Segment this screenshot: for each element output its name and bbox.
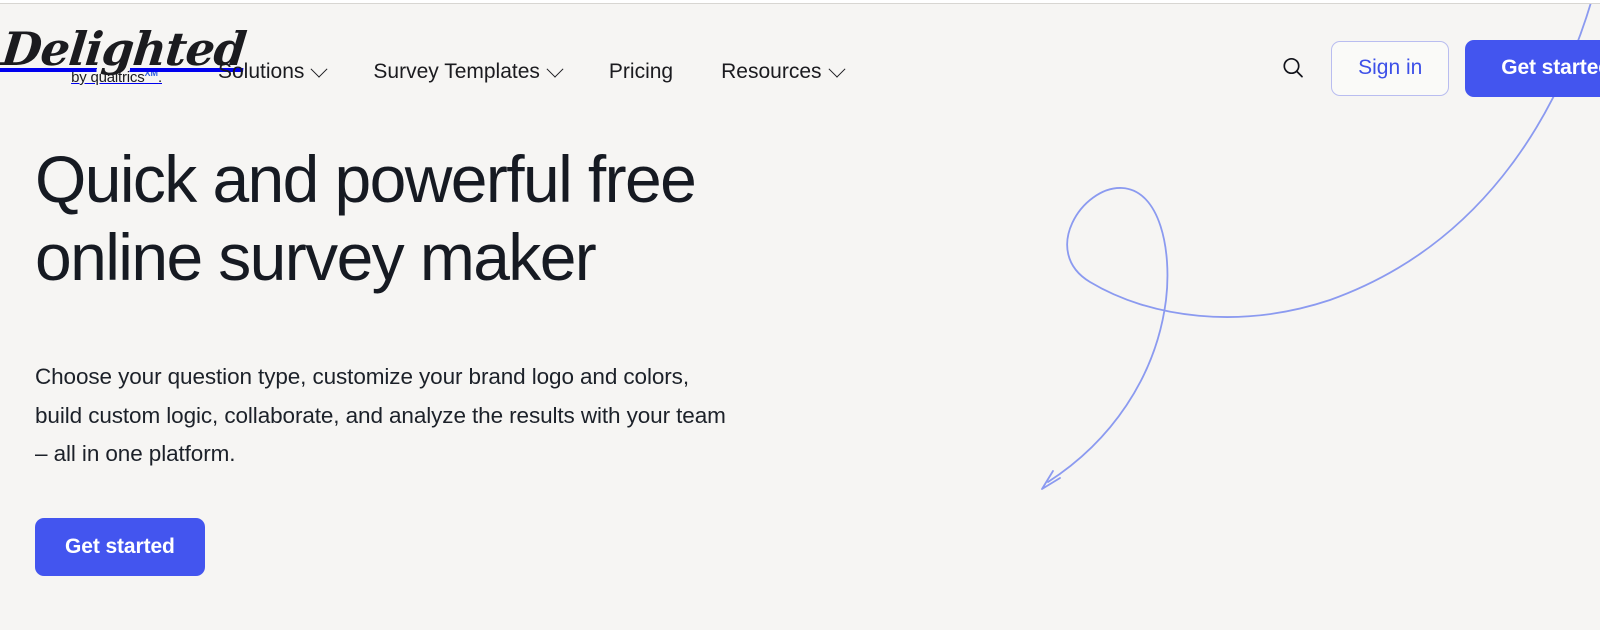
nav-item-label: Survey Templates	[373, 60, 540, 83]
page-root: Delighted by qualtricsXM. Solutions Surv…	[0, 0, 1600, 630]
hero-get-started-button[interactable]: Get started	[35, 517, 205, 576]
nav-item-solutions[interactable]: Solutions	[218, 54, 349, 90]
primary-navigation: Solutions Survey Templates Pricing Resou…	[218, 54, 867, 90]
page-title-line-2: online survey maker	[35, 220, 597, 294]
nav-item-label: Solutions	[218, 60, 305, 83]
header-actions: Sign in Get started	[1273, 39, 1600, 97]
nav-item-pricing[interactable]: Pricing	[609, 54, 697, 90]
nav-item-survey-templates[interactable]: Survey Templates	[373, 54, 585, 90]
hero-subtitle: Choose your question type, customize you…	[35, 358, 795, 474]
site-header: Delighted by qualtricsXM. Solutions Surv…	[0, 4, 1600, 116]
logo-wordmark: Delighted	[0, 22, 249, 76]
hero-subtitle-line-3: – all in one platform.	[35, 441, 236, 466]
hero-subtitle-line-2: build custom logic, collaborate, and ana…	[35, 402, 726, 428]
page-title: Quick and powerful free online survey ma…	[35, 140, 855, 296]
hero-section: Quick and powerful free online survey ma…	[35, 140, 855, 576]
logo-delighted-by-qualtrics[interactable]: Delighted by qualtricsXM.	[0, 22, 249, 104]
search-icon	[1283, 57, 1304, 78]
chevron-down-icon	[828, 60, 846, 78]
search-button[interactable]	[1273, 48, 1313, 88]
chevron-down-icon	[546, 60, 564, 78]
header-get-started-button[interactable]: Get started	[1465, 39, 1600, 97]
nav-item-label: Resources	[721, 60, 822, 83]
chevron-down-icon	[310, 60, 328, 78]
sign-in-button[interactable]: Sign in	[1331, 40, 1450, 96]
nav-item-resources[interactable]: Resources	[721, 54, 866, 90]
nav-item-label: Pricing	[608, 60, 674, 83]
browser-chrome-seam	[0, 0, 1600, 4]
hero-subtitle-line-1: Choose your question type, customize you…	[35, 364, 689, 389]
page-title-line-1: Quick and powerful free	[35, 142, 697, 216]
